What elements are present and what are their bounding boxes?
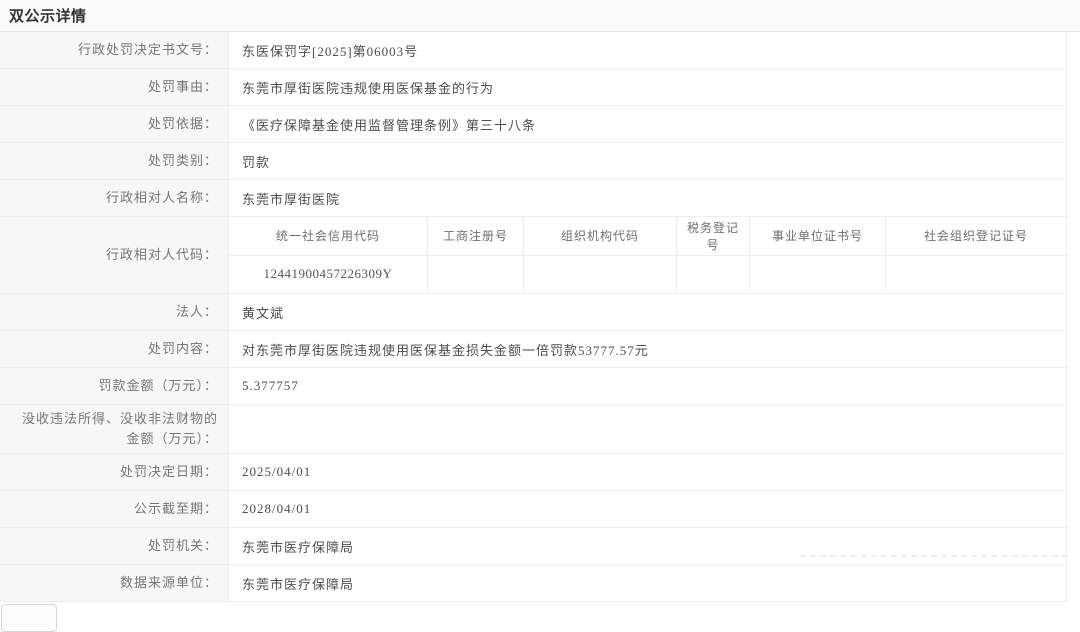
back-button[interactable] — [1, 604, 57, 632]
row-counterpart-codes: 行政相对人代码： 统一社会信用代码 工商注册号 组织机构代码 税务登记号 事业单… — [0, 217, 1066, 294]
row-decision-date: 处罚决定日期： 2025/04/01 — [0, 454, 1066, 491]
field-value: 2025/04/01 — [229, 454, 1066, 490]
col-header-unified-social-credit-code: 统一社会信用代码 — [229, 217, 428, 255]
faint-watermark-line — [800, 555, 1068, 557]
col-header-organization-code: 组织机构代码 — [524, 217, 677, 255]
field-value: 对东莞市厚街医院违规使用医保基金损失金额一倍罚款53777.57元 — [229, 331, 1066, 367]
field-label: 行政处罚决定书文号： — [0, 32, 229, 68]
cell-public-institution-cert-number — [750, 256, 886, 294]
field-label: 行政相对人代码： — [0, 217, 229, 293]
field-value — [229, 405, 1066, 453]
row-decision-doc-number: 行政处罚决定书文号： 东医保罚字[2025]第06003号 — [0, 32, 1066, 69]
field-value: 东莞市医疗保障局 — [229, 565, 1066, 601]
field-label: 行政相对人名称： — [0, 180, 229, 216]
field-label: 处罚事由： — [0, 69, 229, 105]
field-label: 处罚内容： — [0, 331, 229, 367]
field-label: 处罚决定日期： — [0, 454, 229, 490]
row-penalty-reason: 处罚事由： 东莞市厚街医院违规使用医保基金的行为 — [0, 69, 1066, 106]
field-value: 东莞市医疗保障局 — [229, 528, 1066, 564]
code-table-value-row: 12441900457226309Y — [229, 256, 1066, 294]
field-value: 罚款 — [229, 143, 1066, 179]
row-data-source-unit: 数据来源单位： 东莞市医疗保障局 — [0, 565, 1066, 602]
field-value: 5.377757 — [229, 368, 1066, 404]
field-label: 公示截至期： — [0, 491, 229, 527]
field-value: 2028/04/01 — [229, 491, 1066, 527]
cell-organization-code — [524, 256, 677, 294]
field-label: 处罚机关： — [0, 528, 229, 564]
col-header-public-institution-cert-number: 事业单位证书号 — [750, 217, 886, 255]
row-penalty-type: 处罚类别： 罚款 — [0, 143, 1066, 180]
cell-business-registration-number — [428, 256, 524, 294]
page-header: 双公示详情 — [0, 0, 1080, 32]
field-label: 处罚依据： — [0, 106, 229, 142]
row-penalty-basis: 处罚依据： 《医疗保障基金使用监督管理条例》第三十八条 — [0, 106, 1066, 143]
field-value: 黄文斌 — [229, 294, 1066, 330]
field-label: 法人： — [0, 294, 229, 330]
field-label: 罚款金额（万元）： — [0, 368, 229, 404]
field-value: 东医保罚字[2025]第06003号 — [229, 32, 1066, 68]
col-header-business-registration-number: 工商注册号 — [428, 217, 524, 255]
col-header-tax-registration-number: 税务登记号 — [677, 217, 750, 255]
row-confiscation-amount: 没收违法所得、没收非法财物的 金额（万元）： — [0, 405, 1066, 454]
field-label: 数据来源单位： — [0, 565, 229, 601]
field-label: 没收违法所得、没收非法财物的 金额（万元）： — [0, 405, 229, 453]
row-legal-representative: 法人： 黄文斌 — [0, 294, 1066, 331]
row-fine-amount: 罚款金额（万元）： 5.377757 — [0, 368, 1066, 405]
row-counterpart-name: 行政相对人名称： 东莞市厚街医院 — [0, 180, 1066, 217]
field-value: 东莞市厚街医院 — [229, 180, 1066, 216]
cell-tax-registration-number — [677, 256, 750, 294]
field-label: 处罚类别： — [0, 143, 229, 179]
field-value: 东莞市厚街医院违规使用医保基金的行为 — [229, 69, 1066, 105]
row-publicity-deadline: 公示截至期： 2028/04/01 — [0, 491, 1066, 528]
penalty-detail-table: 行政处罚决定书文号： 东医保罚字[2025]第06003号 处罚事由： 东莞市厚… — [0, 32, 1067, 602]
code-table-header-row: 统一社会信用代码 工商注册号 组织机构代码 税务登记号 事业单位证书号 社会组织… — [229, 217, 1066, 256]
counterpart-code-table: 统一社会信用代码 工商注册号 组织机构代码 税务登记号 事业单位证书号 社会组织… — [229, 217, 1066, 293]
page-title: 双公示详情 — [9, 5, 87, 26]
cell-unified-social-credit-code: 12441900457226309Y — [229, 256, 428, 294]
col-header-social-org-registration-number: 社会组织登记证号 — [886, 217, 1066, 255]
row-penalty-authority: 处罚机关： 东莞市医疗保障局 — [0, 528, 1066, 565]
row-penalty-content: 处罚内容： 对东莞市厚街医院违规使用医保基金损失金额一倍罚款53777.57元 — [0, 331, 1066, 368]
cell-social-org-registration-number — [886, 256, 1066, 294]
code-table-cell: 统一社会信用代码 工商注册号 组织机构代码 税务登记号 事业单位证书号 社会组织… — [229, 217, 1066, 293]
field-value: 《医疗保障基金使用监督管理条例》第三十八条 — [229, 106, 1066, 142]
